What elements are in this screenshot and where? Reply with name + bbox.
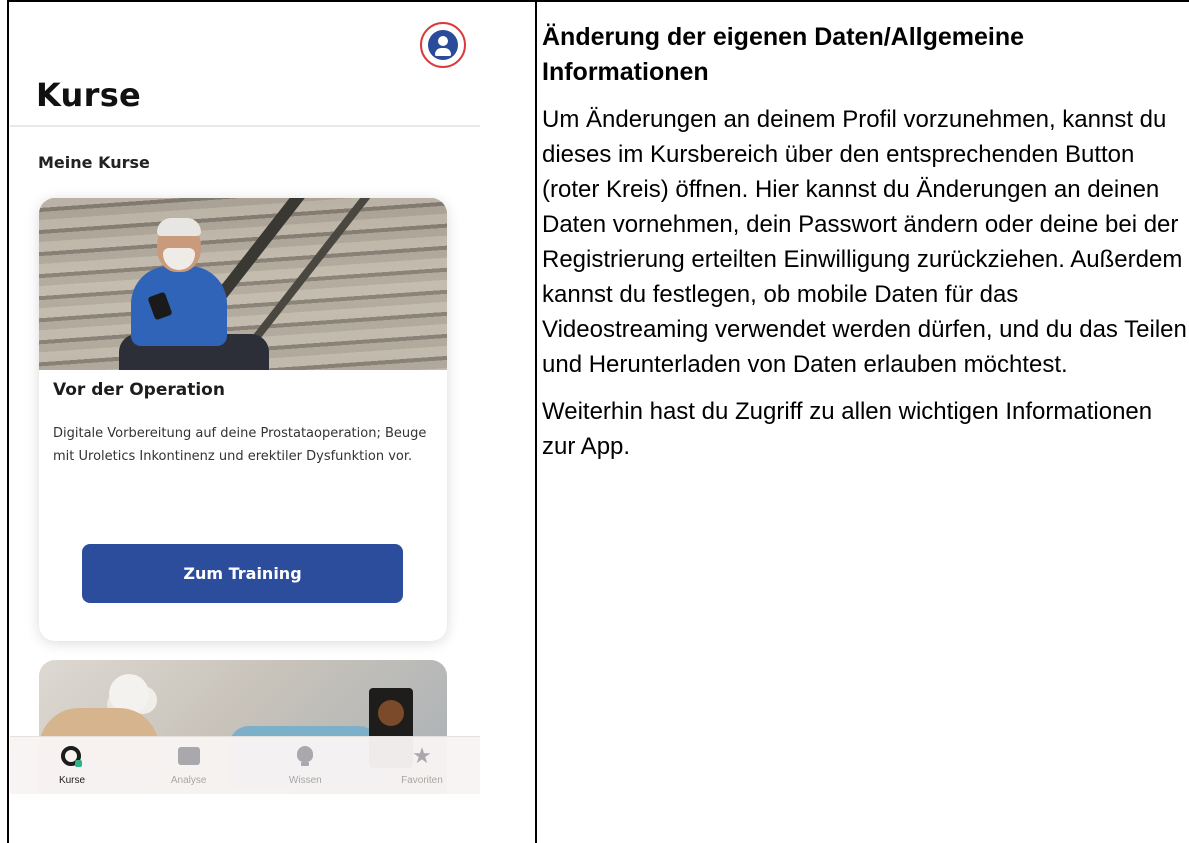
tab-label: Favoriten xyxy=(401,775,443,786)
tab-kurse[interactable]: Kurse xyxy=(32,737,112,794)
tab-bar: Kurse Analyse Wissen ★ Favoriten xyxy=(10,736,480,794)
tab-analyse[interactable]: Analyse xyxy=(149,737,229,794)
lightbulb-icon xyxy=(297,746,314,766)
table-border-left xyxy=(7,0,9,843)
tab-label: Wissen xyxy=(288,775,322,786)
kurse-icon xyxy=(61,746,82,767)
app-screenshot: Kurse Meine Kurse Vor der Operation Digi… xyxy=(10,2,480,794)
star-icon: ★ xyxy=(412,743,432,768)
page-title: Kurse xyxy=(36,76,142,114)
tab-label: Analyse xyxy=(170,775,207,786)
tab-label: Kurse xyxy=(58,775,86,786)
course-title: Vor der Operation xyxy=(53,380,225,400)
title-divider xyxy=(10,125,480,127)
description-heading: Änderung der eigenen Daten/Allgemeine In… xyxy=(542,23,1025,86)
tab-favoriten[interactable]: ★ Favoriten xyxy=(382,737,462,794)
start-training-button[interactable]: Zum Training xyxy=(82,544,403,603)
section-title: Meine Kurse xyxy=(38,153,150,172)
tab-wissen[interactable]: Wissen xyxy=(265,737,345,794)
course-description: Digitale Vorbereitung auf deine Prostata… xyxy=(53,426,427,464)
description-column: Änderung der eigenen Daten/Allgemeine In… xyxy=(542,20,1187,464)
course-image xyxy=(39,198,447,370)
course-card[interactable]: Vor der Operation Digitale Vorbereitung … xyxy=(39,198,447,641)
profile-button[interactable] xyxy=(420,22,466,68)
description-paragraph-2: Weiterhin hast du Zugriff zu allen wicht… xyxy=(542,398,1153,460)
description-paragraph-1: Um Änderungen an deinem Profil vorzunehm… xyxy=(542,106,1187,378)
person-icon xyxy=(428,30,458,60)
table-border-middle xyxy=(535,0,537,843)
chart-icon xyxy=(177,747,200,765)
